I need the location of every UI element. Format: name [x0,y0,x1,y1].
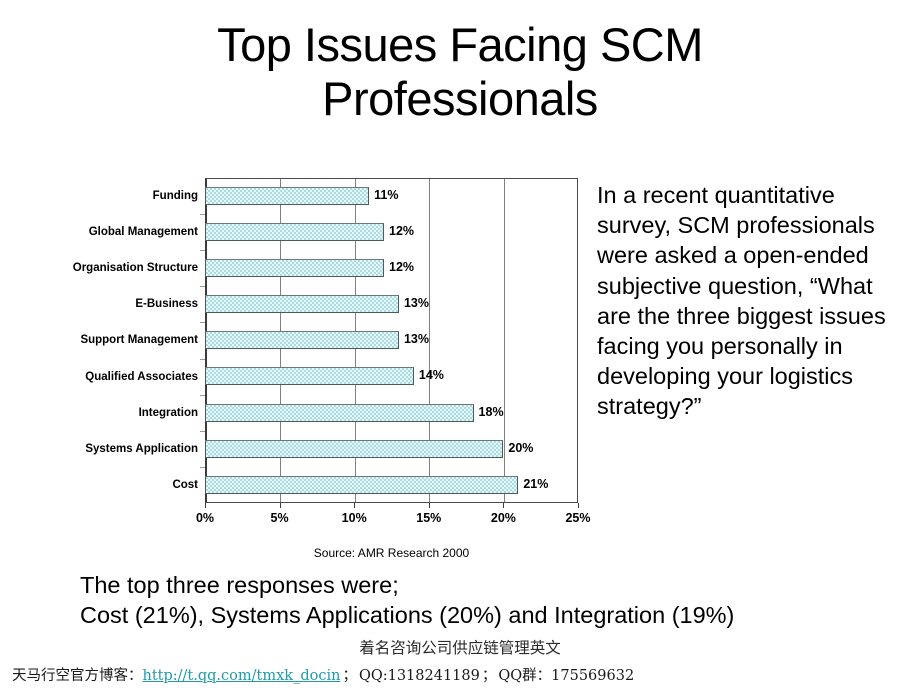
chart-category-label-text: Cost [172,478,198,491]
chart-category-label-text: Funding [152,190,198,203]
chart-bar [205,439,504,458]
chart-x-tick [428,503,430,508]
chart-x-tick-label: 10% [341,511,367,525]
chart-bar [205,223,385,242]
chart-bar-value-label: 20% [508,440,534,455]
chart-bar [205,367,414,386]
chart-source-caption: Source: AMR Research 2000 [313,546,470,560]
chart-bar-value-label: 18% [478,404,504,419]
chart-bars: 11% 12% 12% 13% 13% 14% 18% 20% 21% [205,178,578,503]
chart-x-tick [503,503,505,508]
chart-bar-value-label: 14% [418,368,444,383]
chart-bar [205,331,399,350]
chart-category-labels: Funding Global Management Organisation Str… [62,178,198,503]
chart-bar-value-label: 21% [523,476,549,491]
chart-bar [205,187,370,205]
footer-blog-link[interactable]: http://t.qq.com/tmxk_docin [143,668,341,684]
chart-bar-row: 12% [205,250,578,286]
chart-x-axis: 0% 5% 10% 15% 20% 25% [196,503,591,537]
chart-category-label: E-Business [62,286,198,322]
page-title: Top Issues Facing SCM Professionals [80,18,840,126]
chart-category-label-text: Global Management [88,226,198,239]
chart-bar-value-label: 11% [374,188,399,202]
chart-bar [205,295,399,314]
chart-bar-row: 20% [205,431,578,467]
chart-category-label-text: Organisation Structure [72,262,198,275]
document-title-cn: 着名咨询公司供应链管理英文 [359,639,561,657]
chart-bar-row: 13% [205,286,578,322]
footer-separator-1: ； [342,668,357,684]
chart-x-tick [578,503,579,508]
chart-category-label-text: Qualified Associates [85,370,198,383]
chart-x-tick [279,503,281,508]
chart-category-label-text: Support Management [80,334,198,347]
chart-category-label: Cost [62,467,198,503]
chart-bar-row: 21% [205,467,578,503]
chart-category-label: Systems Application [62,431,198,467]
chart-x-tick-label: 20% [490,511,516,525]
chart-bar-row: 13% [205,322,578,358]
summary-line-1: The top three responses were; [80,572,399,598]
footer-blog-label: 天马行空官方博客： [12,668,143,684]
summary-text: The top three responses were; Cost (21%)… [80,570,880,630]
chart-category-label: Qualified Associates [62,358,198,394]
chart-category-label: Support Management [62,322,198,358]
chart-category-label-text: Systems Application [85,442,198,455]
chart-bar-value-label: 13% [403,296,429,311]
page-title-line-2: Professionals [322,72,598,126]
chart-x-tick-label: 25% [565,511,591,525]
chart-bar-row: 11% [205,178,578,214]
chart-bar-value-label: 12% [389,224,415,239]
chart-x-tick-label: 15% [416,511,442,525]
chart-bar-row: 14% [205,358,578,394]
chart-bar-row: 12% [205,214,578,250]
chart-bar [205,403,474,422]
chart-x-tick [205,503,206,508]
footer-separator-2: ； [481,668,497,684]
footer-bar: 天马行空官方博客：http://t.qq.com/tmxk_docin； QQ:1… [12,664,912,685]
footer-qq-group-label: QQ群： [498,668,552,684]
footer-qq-number: QQ:1318241189 [358,668,480,684]
page-title-line-1: Top Issues Facing SCM [217,18,703,71]
chart-bar [205,259,385,278]
chart-x-tick-label: 0% [195,511,215,525]
footer-qq-group-number: 175569632 [551,668,635,684]
chart-category-label: Global Management [62,214,198,250]
summary-line-2: Cost (21%), Systems Applications (20%) a… [80,602,735,628]
chart-bar-value-label: 13% [403,332,429,347]
chart-category-label-text: Integration [138,406,198,419]
chart-bar [205,475,519,494]
chart-bar-row: 18% [205,395,578,431]
chart-category-label: Integration [62,395,198,431]
chart-category-label-text: E-Business [135,298,198,311]
chart-category-label: Funding [62,178,198,214]
chart-x-tick [354,503,356,508]
chart-x-tick-label: 5% [270,511,289,525]
chart-category-label: Organisation Structure [62,250,198,286]
chart-bar-value-label: 12% [389,260,415,275]
narrative-text: In a recent quantitative survey, SCM pro… [597,182,886,420]
bar-chart: Funding Global Management Organisation Str… [62,172,592,562]
